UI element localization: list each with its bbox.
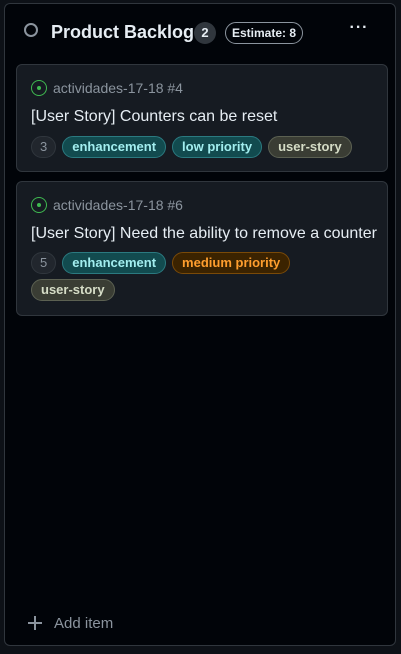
- open-issue-icon: [31, 197, 47, 213]
- card-labels: 3 enhancement low priority user-story: [31, 136, 377, 158]
- issue-reference-link[interactable]: actividades-17-18 #6: [53, 197, 183, 214]
- issue-card[interactable]: actividades-17-18 #6 [User Story] Need t…: [16, 181, 388, 316]
- circle-icon: [24, 23, 38, 37]
- plus-icon: [27, 615, 43, 631]
- column-title: Product Backlog: [51, 22, 195, 42]
- item-count-badge: 2: [194, 22, 216, 44]
- label-user-story[interactable]: user-story: [31, 279, 115, 301]
- label-medium-priority[interactable]: medium priority: [172, 252, 291, 274]
- card-labels: 5 enhancement medium priority user-story: [31, 252, 377, 301]
- project-column: Product Backlog 2 Estimate: 8 ··· activi…: [4, 3, 396, 646]
- label-enhancement[interactable]: enhancement: [62, 252, 167, 274]
- estimate-badge: Estimate: 8: [225, 22, 304, 44]
- column-header: Product Backlog 2 Estimate: 8 ···: [5, 4, 395, 60]
- add-item-button[interactable]: Add item: [25, 612, 113, 634]
- estimate-value: 3: [31, 136, 57, 158]
- label-low-priority[interactable]: low priority: [172, 136, 263, 158]
- issue-title[interactable]: [User Story] Counters can be reset: [31, 107, 277, 127]
- add-item-label: Add item: [54, 614, 114, 632]
- issue-title[interactable]: [User Story] Need the ability to remove …: [31, 224, 377, 244]
- label-user-story[interactable]: user-story: [268, 136, 352, 158]
- issue-reference-link[interactable]: actividades-17-18 #4: [53, 80, 183, 97]
- label-enhancement[interactable]: enhancement: [62, 136, 167, 158]
- estimate-value: 5: [31, 252, 57, 274]
- open-issue-icon: [31, 80, 47, 96]
- more-options-button[interactable]: ···: [347, 20, 371, 40]
- issue-card[interactable]: actividades-17-18 #4 [User Story] Counte…: [16, 64, 388, 172]
